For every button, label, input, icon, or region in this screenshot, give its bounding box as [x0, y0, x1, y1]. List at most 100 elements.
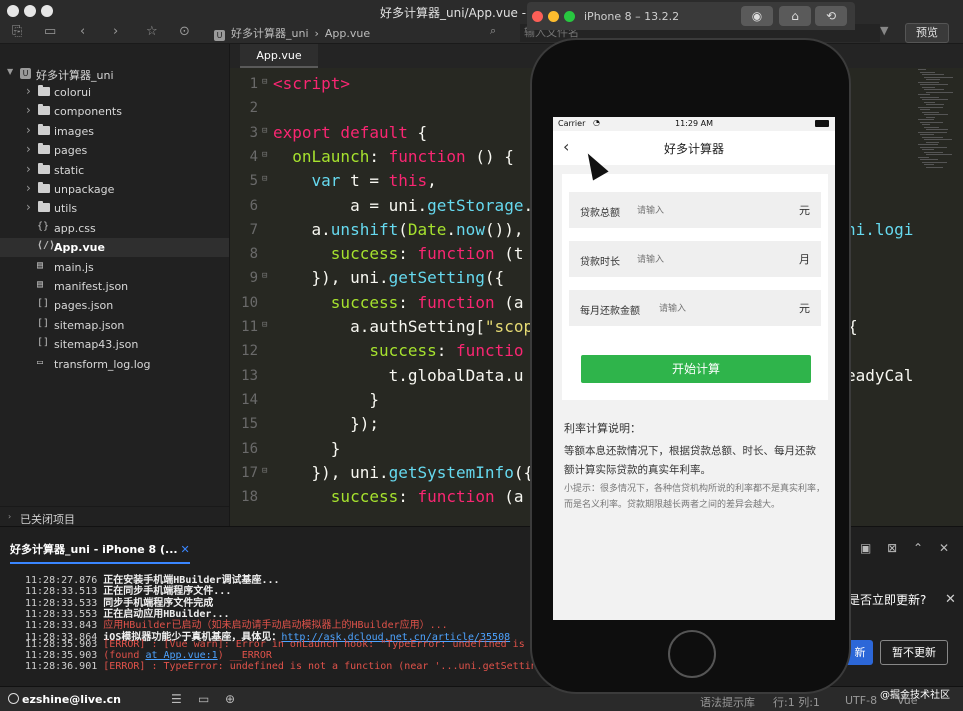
fold-icon[interactable]: ⊟ — [262, 320, 267, 330]
breadcrumb-file[interactable]: App.vue — [325, 27, 370, 40]
star-icon[interactable]: ☆ — [146, 24, 158, 39]
battery-icon — [815, 120, 829, 127]
tree-item[interactable]: › images — [0, 122, 229, 141]
closed-projects[interactable]: › 已关闭项目 — [0, 506, 229, 526]
chevron-right-icon[interactable]: › — [26, 84, 31, 98]
new-file-icon[interactable]: ⎘ — [12, 24, 22, 39]
close-icon[interactable]: ✕ — [945, 592, 956, 607]
field-loan-duration[interactable]: 贷款时长 月 — [569, 241, 821, 277]
folder-icon — [38, 104, 50, 116]
line-number: 15 — [241, 416, 258, 433]
chevron-right-icon[interactable]: › — [26, 142, 31, 156]
clear-icon[interactable]: ⊠ — [887, 541, 897, 555]
chevron-right-icon[interactable]: › — [26, 200, 31, 214]
tab-app-vue[interactable]: App.vue — [240, 44, 318, 68]
home-button[interactable] — [668, 630, 716, 678]
tree-item[interactable]: [] sitemap43.json — [0, 335, 229, 354]
minimize-window-button[interactable] — [24, 5, 36, 17]
breadcrumb: U 好多计算器_uni › App.vue — [214, 25, 376, 41]
list-icon[interactable]: ☰ — [171, 692, 182, 706]
monthly-payment-input[interactable] — [659, 300, 779, 316]
close-window-button[interactable] — [7, 5, 19, 17]
code-text: onLaunch: function () { — [292, 146, 514, 166]
file-icon: ⟨/⟩ — [37, 240, 56, 252]
sim-close-button[interactable] — [532, 11, 543, 22]
fold-icon[interactable]: ⊟ — [262, 126, 267, 136]
chevron-down-icon[interactable]: ▼ — [7, 67, 13, 76]
sim-zoom-button[interactable] — [564, 11, 575, 22]
tree-item[interactable]: ⟨/⟩ App.vue — [0, 238, 229, 258]
minimap[interactable] — [918, 69, 954, 189]
minimap-line — [924, 151, 943, 153]
simulator-title: iPhone 8 – 13.2.2 — [584, 10, 680, 23]
preview-button[interactable]: 预览 — [905, 23, 949, 43]
console-tab[interactable]: 好多计算器_uni - iPhone 8 (... ✕ — [10, 541, 190, 564]
code-text: }), uni.getSetting({ — [311, 268, 505, 288]
fold-icon[interactable]: ⊟ — [262, 77, 267, 87]
chevron-right-icon[interactable]: › — [26, 123, 31, 137]
sim-minimize-button[interactable] — [548, 11, 559, 22]
filter-icon[interactable]: ▼ — [880, 24, 888, 37]
code-text: } — [330, 438, 341, 458]
zoom-window-button[interactable] — [41, 5, 53, 17]
user-account[interactable]: ezshine@live.cn — [22, 693, 121, 706]
loan-total-input[interactable] — [637, 202, 757, 218]
fold-icon[interactable]: ⊟ — [262, 466, 267, 476]
log-time: 11:28:35.903 — [25, 650, 98, 662]
tree-item[interactable]: ▤ main.js — [0, 258, 229, 277]
project-root[interactable]: ▼ U 好多计算器_uni — [0, 64, 229, 83]
code-text: }), uni.getSystemInfo({ — [311, 462, 534, 482]
log-time: 11:28:36.901 — [25, 661, 98, 673]
terminal-icon[interactable]: ▭ — [198, 692, 209, 706]
save-icon[interactable]: ▭ — [44, 24, 56, 39]
code-text: a = uni.getStorage... — [350, 195, 552, 215]
update-later-button[interactable]: 暂不更新 — [880, 640, 948, 665]
tree-item-label: manifest.json — [54, 280, 129, 293]
breadcrumb-project[interactable]: 好多计算器_uni — [231, 27, 309, 40]
run-icon[interactable]: ⊙ — [179, 24, 190, 39]
tree-item[interactable]: › pages — [0, 141, 229, 160]
tree-item-label: colorui — [54, 86, 92, 99]
log-time: 11:28:35.903 — [25, 638, 98, 650]
stop-icon[interactable]: ▣ — [860, 541, 871, 555]
field-monthly-payment[interactable]: 每月还款金额 元 — [569, 290, 821, 326]
fold-icon[interactable]: ⊟ — [262, 150, 267, 160]
screenshot-icon[interactable]: ◉ — [741, 6, 773, 26]
chevron-right-icon[interactable]: › — [26, 103, 31, 117]
tree-item[interactable]: [] pages.json — [0, 296, 229, 315]
tree-item[interactable]: › utils — [0, 199, 229, 218]
close-icon[interactable]: ✕ — [181, 543, 190, 556]
close-panel-icon[interactable]: ✕ — [939, 541, 949, 555]
maximize-icon[interactable]: ⌃ — [913, 541, 923, 555]
chevron-right-icon[interactable]: › — [26, 162, 31, 176]
tree-item[interactable]: [] sitemap.json — [0, 316, 229, 335]
globe-icon[interactable]: ⊕ — [225, 692, 235, 706]
minimap-line — [926, 141, 939, 143]
desc-title: 利率计算说明： — [564, 422, 641, 435]
minimap-line — [924, 126, 939, 128]
tree-item[interactable]: › colorui — [0, 83, 229, 102]
chevron-right-icon[interactable]: › — [26, 181, 31, 195]
tree-item[interactable]: {} app.css — [0, 219, 229, 238]
phone-screen[interactable]: Carrier ◔ 11:29 AM ‹ 好多计算器 贷款总额 元 贷款时长 月 — [553, 117, 835, 620]
tree-item[interactable]: › static — [0, 161, 229, 180]
fold-icon[interactable]: ⊟ — [262, 271, 267, 281]
tree-item[interactable]: › components — [0, 102, 229, 121]
fold-icon[interactable]: ⊟ — [262, 174, 267, 184]
start-calc-button[interactable]: 开始计算 — [581, 355, 811, 383]
line-number: 3 — [249, 124, 258, 141]
line-number: 10 — [241, 294, 258, 311]
loan-duration-input[interactable] — [637, 251, 757, 267]
tree-item[interactable]: › unpackage — [0, 180, 229, 199]
log-link[interactable]: at App.vue:1 — [145, 650, 217, 661]
rotate-icon[interactable]: ⟲ — [815, 6, 847, 26]
tree-item[interactable]: ▤ manifest.json — [0, 277, 229, 296]
tree-item[interactable]: ▭ transform_log.log — [0, 355, 229, 374]
minimap-line — [920, 71, 935, 73]
back-arrow-icon[interactable]: ‹ — [80, 24, 85, 39]
line-number: 2 — [249, 100, 258, 117]
forward-arrow-icon[interactable]: › — [113, 24, 118, 39]
minimap-line — [922, 86, 935, 88]
field-loan-total[interactable]: 贷款总额 元 — [569, 192, 821, 228]
home-icon[interactable]: ⌂ — [779, 6, 811, 26]
